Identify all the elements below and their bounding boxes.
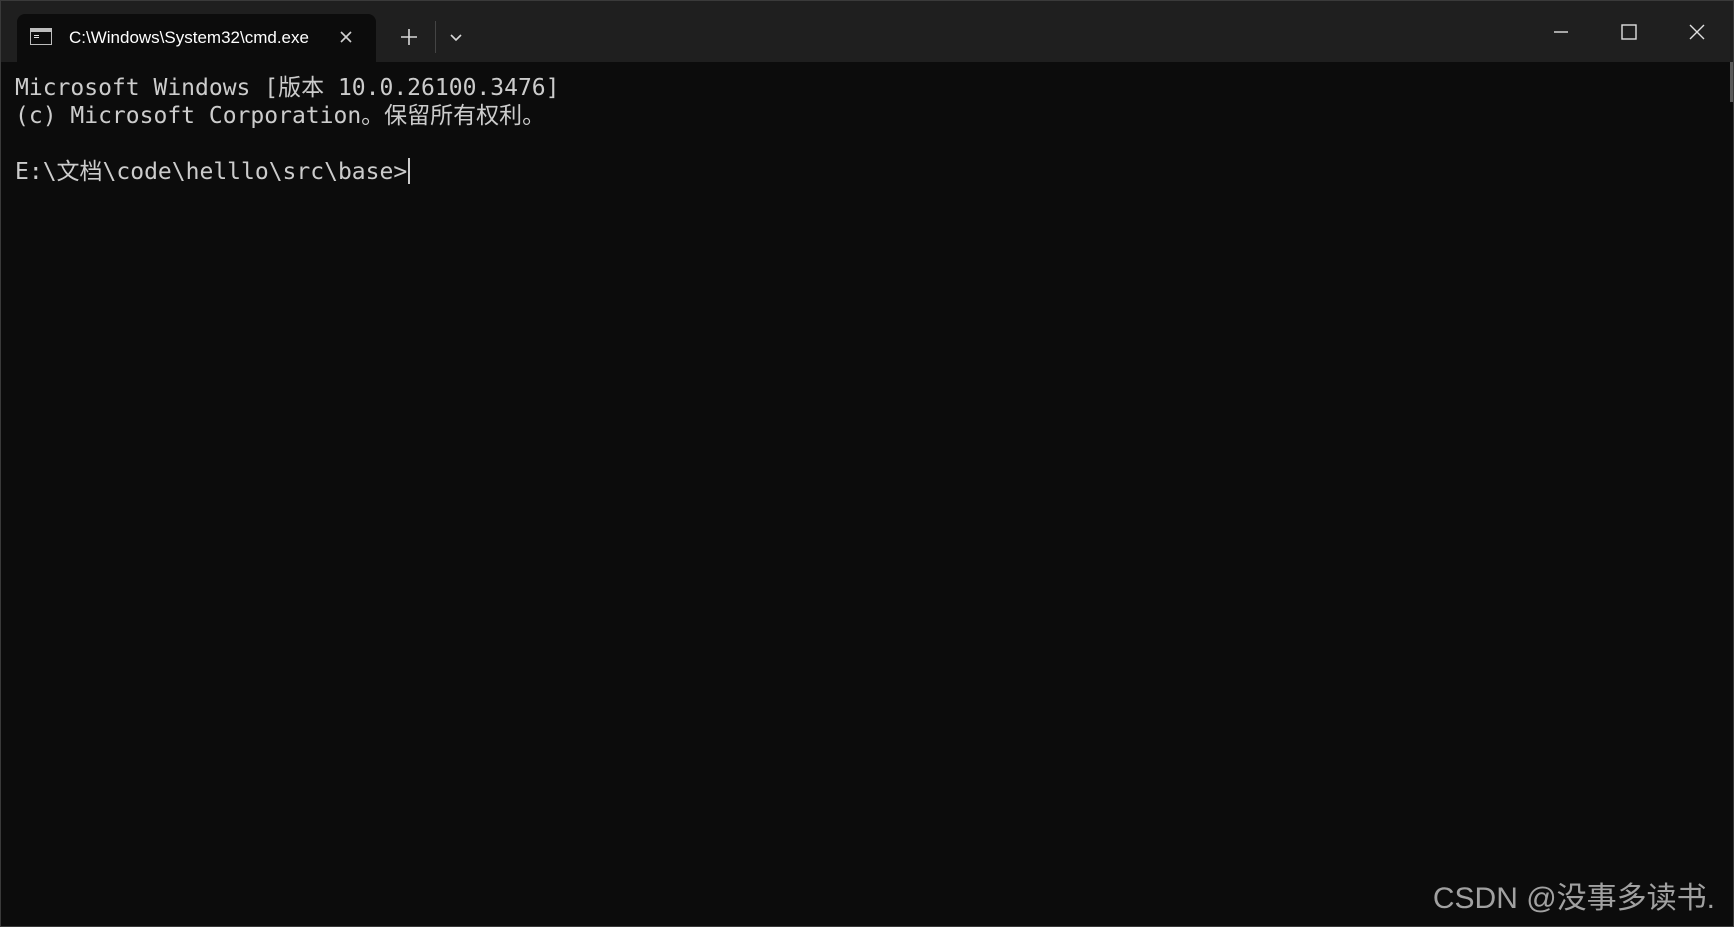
- minimize-icon: [1554, 31, 1568, 33]
- close-tab-button[interactable]: [335, 26, 357, 48]
- minimize-button[interactable]: [1527, 1, 1595, 62]
- new-tab-button[interactable]: [393, 21, 425, 53]
- maximize-button[interactable]: [1595, 1, 1663, 62]
- scrollbar[interactable]: [1730, 62, 1733, 102]
- cmd-terminal-icon: [30, 28, 52, 45]
- terminal-output[interactable]: Microsoft Windows [版本 10.0.26100.3476] (…: [1, 62, 1733, 926]
- terminal-prompt-line[interactable]: E:\文档\code\helllo\src\base>: [15, 158, 1719, 186]
- close-icon: [1689, 24, 1705, 40]
- maximize-icon: [1621, 24, 1637, 40]
- text-cursor: [408, 158, 411, 184]
- terminal-line-copyright: (c) Microsoft Corporation。保留所有权利。: [15, 103, 546, 129]
- close-icon: [340, 31, 352, 43]
- close-window-button[interactable]: [1663, 1, 1731, 62]
- plus-icon: [401, 29, 417, 45]
- tab-dropdown-button[interactable]: [441, 23, 471, 53]
- tab-cmd[interactable]: C:\Windows\System32\cmd.exe: [17, 14, 376, 62]
- terminal-line-version: Microsoft Windows [版本 10.0.26100.3476]: [15, 75, 560, 101]
- tab-divider: [435, 21, 436, 53]
- chevron-down-icon: [450, 34, 462, 42]
- tab-title: C:\Windows\System32\cmd.exe: [69, 28, 309, 47]
- terminal-window: C:\Windows\System32\cmd.exe Microsoft Wi…: [0, 0, 1734, 927]
- watermark-text: CSDN @没事多读书.: [1432, 882, 1715, 915]
- terminal-prompt: E:\文档\code\helllo\src\base>: [15, 159, 408, 185]
- title-bar[interactable]: C:\Windows\System32\cmd.exe: [1, 1, 1733, 62]
